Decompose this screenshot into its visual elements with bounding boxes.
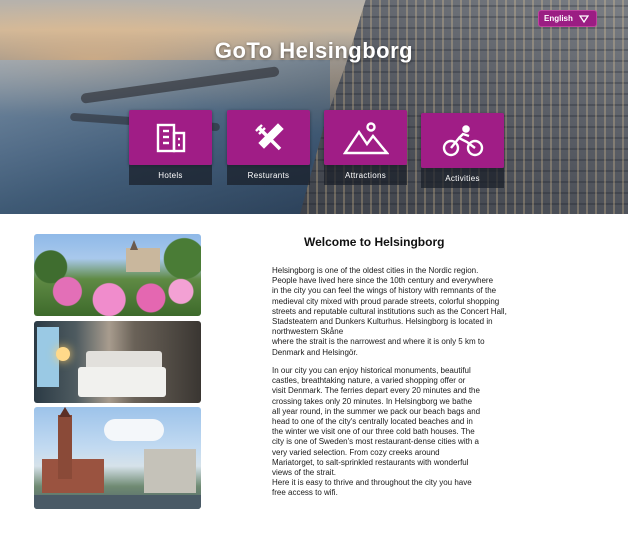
building-shape bbox=[144, 449, 196, 493]
photo-hotel-room bbox=[34, 321, 201, 403]
category-attractions-label: Attractions bbox=[324, 165, 407, 185]
bicycle-icon bbox=[442, 124, 483, 156]
castle-shape bbox=[126, 248, 160, 272]
fork-knife-icon bbox=[254, 122, 284, 150]
cloud-shape bbox=[104, 419, 164, 441]
category-activities-label: Activities bbox=[421, 168, 504, 188]
welcome-heading: Welcome to Helsingborg bbox=[304, 235, 445, 249]
photo-city-hall bbox=[34, 407, 201, 509]
tower-shape bbox=[58, 415, 72, 479]
text-line: views of the strait. bbox=[272, 468, 337, 478]
mountain-icon bbox=[342, 121, 389, 154]
category-restaurants-tile[interactable] bbox=[227, 110, 310, 165]
text-line: Helsingborg is one of the oldest cities … bbox=[272, 266, 479, 275]
text-line: Mariatorget, to salt-sprinkled restauran… bbox=[272, 457, 469, 467]
category-attractions[interactable]: Attractions bbox=[324, 110, 407, 185]
photo-castle-garden bbox=[34, 234, 201, 316]
hero-banner: GoTo Helsingborg English Hotels Resturan… bbox=[0, 0, 628, 214]
text-line: where the strait is the narrowest and wh… bbox=[272, 337, 485, 347]
quay-shape bbox=[34, 495, 201, 509]
category-restaurants[interactable]: Resturants bbox=[227, 110, 310, 185]
category-hotels[interactable]: Hotels bbox=[129, 110, 212, 185]
intro-paragraph: Helsingborg is one of the oldest cities … bbox=[272, 266, 507, 358]
text-line: the winter we visit one of our three col… bbox=[272, 427, 475, 437]
triangle-down-icon bbox=[578, 14, 589, 23]
language-selected: English bbox=[544, 14, 573, 23]
text-line: very varied selection. From cozy creeks … bbox=[272, 447, 440, 457]
text-line: castles, breathtaking nature, a varied s… bbox=[272, 376, 466, 386]
page: GoTo Helsingborg English Hotels Resturan… bbox=[0, 0, 628, 558]
text-line: People have lived here since the 10th ce… bbox=[272, 276, 494, 286]
building-icon bbox=[156, 123, 185, 152]
category-attractions-tile[interactable] bbox=[324, 110, 407, 165]
category-restaurants-label: Resturants bbox=[227, 165, 310, 185]
text-line: northwestern Skåne bbox=[272, 327, 344, 337]
category-activities-tile[interactable] bbox=[421, 113, 504, 168]
text-line: Stadsteatern and Dunkers Kulturhus. Hels… bbox=[272, 317, 493, 327]
hall-shape bbox=[42, 459, 104, 493]
text-line: Denmark and Helsingör. bbox=[272, 347, 358, 357]
text-line: medieval city mixed with proud parade st… bbox=[272, 296, 500, 306]
text-line: in the city you can feel the wings of hi… bbox=[272, 286, 497, 296]
text-line: all year round, in the summer we pack ou… bbox=[272, 406, 481, 416]
page-title: GoTo Helsingborg bbox=[214, 38, 414, 63]
language-selector[interactable]: English bbox=[538, 10, 597, 27]
text-line: head to one of the city's centrally loca… bbox=[272, 417, 473, 427]
text-line: city is one of Sweden's most restaurant-… bbox=[272, 437, 479, 447]
category-activities[interactable]: Activities bbox=[421, 113, 504, 188]
text-line: streets and reputable cultural instituti… bbox=[272, 306, 507, 316]
text-line: visit Denmark. The ferries depart every … bbox=[272, 386, 480, 396]
category-hotels-label: Hotels bbox=[129, 165, 212, 185]
text-line: In our city you can enjoy historical mon… bbox=[272, 366, 471, 375]
text-line: Here it is easy to thrive and throughout… bbox=[272, 478, 472, 488]
category-hotels-tile[interactable] bbox=[129, 110, 212, 165]
bed-shape bbox=[78, 367, 166, 397]
text-line: free access to wifi. bbox=[272, 488, 338, 498]
details-paragraph: In our city you can enjoy historical mon… bbox=[272, 366, 480, 499]
text-line: crossing takes only 20 minutes. In Helsi… bbox=[272, 396, 473, 406]
lamp-shape bbox=[56, 347, 70, 361]
